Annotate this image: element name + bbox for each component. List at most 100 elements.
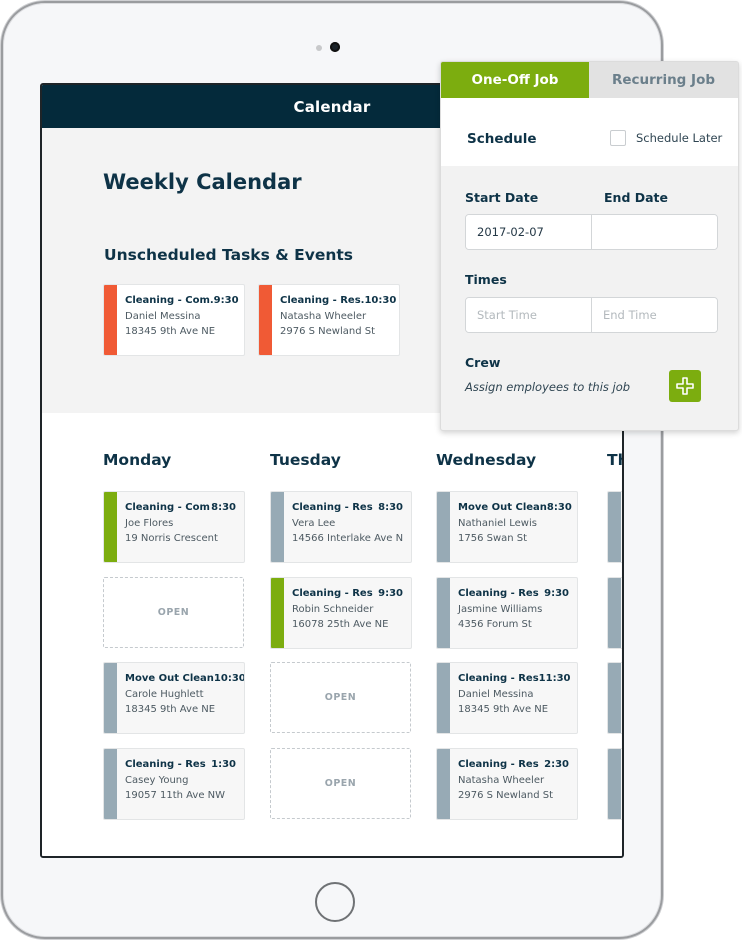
crew-label: Crew — [465, 355, 501, 370]
job-card-header: Cleaning - Res 1:30 — [125, 759, 236, 770]
job-status-accent — [271, 578, 284, 648]
job-client: Nathaniel Lewis — [458, 518, 537, 529]
job-type: Cleaning - Com. — [125, 295, 214, 306]
job-status-accent — [608, 663, 621, 733]
job-time: 9:30 — [213, 295, 239, 306]
job-time: 8:30 — [546, 502, 572, 513]
job-card-header: Move Out Clean 8:30 — [458, 502, 572, 513]
job-card[interactable]: Cleaning - Res 9:30 Robin Schneider 16078 2… — [270, 577, 412, 649]
job-type: Cleaning - Res. — [280, 295, 365, 306]
job-status-accent — [104, 492, 117, 562]
crew-hint: Assign employees to this job — [465, 380, 631, 394]
day-title: Wednesday — [436, 451, 537, 469]
job-card[interactable]: Move Out Clean 10:30 Carole Hughlett 18345 … — [103, 662, 245, 734]
job-type-tabs: One-Off Job Recurring Job — [441, 62, 738, 98]
add-crew-button[interactable] — [669, 370, 701, 402]
job-card-header: Cleaning - Res 9:30 — [458, 588, 569, 599]
job-card-body: Cleaning - Res 9:30 Jasmine Williams 4356 F… — [458, 588, 569, 630]
job-type: Cleaning - Res — [458, 673, 539, 684]
job-card-body: Cleaning - Res. 10:30 Natasha Wheeler 2976 … — [280, 295, 396, 337]
start-date-label: Start Date — [465, 190, 539, 205]
job-client: Joe Flores — [125, 518, 174, 529]
job-type: Cleaning - Res — [458, 588, 539, 599]
job-status-accent — [437, 663, 450, 733]
job-address: 18345 9th Ave NE — [458, 704, 549, 715]
plus-icon — [676, 377, 694, 395]
job-card-body: Cleaning - Res 2:30 Natasha Wheeler 2976 S … — [458, 759, 569, 801]
job-type: Move Out Clean — [125, 673, 214, 684]
job-time: 10:30 — [364, 295, 397, 306]
job-address: 14566 Interlake Ave N — [292, 533, 404, 544]
job-time: 2:30 — [544, 759, 569, 770]
job-card-header: Cleaning - Res 9:30 — [292, 588, 403, 599]
open-slot[interactable]: OPEN — [270, 748, 411, 819]
camera-sensor — [316, 45, 322, 51]
job-card[interactable]: Cleaning - Res 2:30 Natasha Wheeler 2976 S … — [436, 748, 578, 820]
job-card[interactable] — [607, 662, 622, 734]
open-slot[interactable]: OPEN — [103, 577, 244, 648]
job-type: Cleaning - Res — [125, 759, 206, 770]
job-address: 18345 9th Ave NE — [125, 704, 216, 715]
job-card[interactable] — [607, 491, 622, 563]
start-date-input[interactable] — [466, 215, 591, 249]
job-type: Cleaning - Res — [458, 759, 539, 770]
schedule-later-checkbox[interactable] — [610, 130, 626, 146]
job-card[interactable]: Cleaning - Res 11:30 Daniel Messina 18345 9… — [436, 662, 578, 734]
job-time: 1:30 — [211, 759, 236, 770]
camera-lens — [330, 42, 340, 52]
end-date-label: End Date — [604, 190, 669, 205]
job-card[interactable]: Move Out Clean 8:30 Nathaniel Lewis 1756 Sw… — [436, 491, 578, 563]
start-time-input[interactable] — [466, 298, 591, 332]
open-slot[interactable]: OPEN — [270, 662, 411, 733]
day-title: Thursday — [607, 451, 622, 469]
job-card[interactable]: Cleaning - Res. 10:30 Natasha Wheeler 2976 … — [258, 284, 400, 356]
job-card-header: Cleaning - Com. 9:30 — [125, 295, 239, 306]
job-type: Cleaning - Res — [292, 502, 373, 513]
schedule-label: Schedule — [467, 131, 537, 147]
schedule-later-label: Schedule Later — [636, 131, 723, 145]
home-button[interactable] — [315, 882, 355, 922]
app-header-title: Calendar — [293, 97, 371, 116]
job-status-accent — [259, 285, 272, 355]
job-card[interactable]: Cleaning - Res 9:30 Jasmine Williams 4356 F… — [436, 577, 578, 649]
end-date-input[interactable] — [591, 215, 717, 249]
time-range-field — [465, 297, 718, 333]
job-card-header: Cleaning - Res. 10:30 — [280, 295, 396, 306]
page-title: Weekly Calendar — [103, 170, 302, 194]
job-card[interactable] — [607, 577, 622, 649]
job-client: Natasha Wheeler — [280, 311, 367, 322]
job-client: Robin Schneider — [292, 604, 374, 615]
job-client: Daniel Messina — [458, 689, 534, 700]
job-card[interactable]: Cleaning - Com. 9:30 Daniel Messina 18345 9… — [103, 284, 245, 356]
day-title: Monday — [103, 451, 172, 469]
new-job-panel: One-Off Job Recurring Job Schedule Sched… — [440, 61, 739, 431]
job-card[interactable]: Cleaning - Com 8:30 Joe Flores 19 Norris Cr… — [103, 491, 245, 563]
job-time: 9:30 — [378, 588, 403, 599]
job-card-header: Cleaning - Res 2:30 — [458, 759, 569, 770]
end-time-input[interactable] — [591, 298, 717, 332]
job-address: 16078 25th Ave NE — [292, 619, 389, 630]
job-status-accent — [271, 492, 284, 562]
job-address: 2976 S Newland St — [458, 790, 554, 801]
job-card[interactable]: Cleaning - Res 1:30 Casey Young 19057 11th … — [103, 748, 245, 820]
job-card-body: Cleaning - Res 1:30 Casey Young 19057 11th … — [125, 759, 236, 801]
job-card[interactable]: Cleaning - Res 8:30 Vera Lee 14566 Interlak… — [270, 491, 412, 563]
job-card-header: Cleaning - Res 8:30 — [292, 502, 403, 513]
job-status-accent — [608, 578, 621, 648]
schedule-row: Schedule Schedule Later — [441, 98, 738, 166]
job-type: Cleaning - Res — [292, 588, 373, 599]
job-card-body: Cleaning - Com. 9:30 Daniel Messina 18345 9… — [125, 295, 239, 337]
job-client: Casey Young — [125, 775, 189, 786]
job-time: 11:30 — [538, 673, 571, 684]
job-card-body: Move Out Clean 8:30 Nathaniel Lewis 1756 Sw… — [458, 502, 572, 544]
tab-recurring-job[interactable]: Recurring Job — [589, 62, 738, 98]
job-time: 8:30 — [378, 502, 403, 513]
job-status-accent — [437, 749, 450, 819]
tab-one-off-job[interactable]: One-Off Job — [441, 62, 589, 98]
job-address: 2976 S Newland St — [280, 326, 376, 337]
schedule-later-toggle[interactable]: Schedule Later — [610, 130, 722, 146]
job-card-body: Cleaning - Res 9:30 Robin Schneider 16078 2… — [292, 588, 403, 630]
job-card-header: Cleaning - Res 11:30 — [458, 673, 571, 684]
job-card[interactable] — [607, 748, 622, 820]
date-range-field — [465, 214, 718, 250]
